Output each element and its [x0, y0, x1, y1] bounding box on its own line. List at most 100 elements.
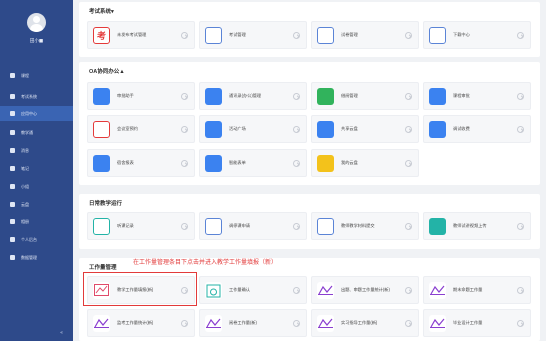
tile-smart-form[interactable]: 智能表单	[199, 149, 307, 177]
album-icon	[10, 219, 15, 224]
avatar[interactable]	[27, 13, 46, 32]
section-title: OA协同办公▲	[89, 69, 125, 75]
sidebar-item-admin[interactable]: 个人后台	[0, 232, 73, 247]
trend-icon	[317, 281, 334, 299]
sidebar: 田小■ 课程 考试系统 应用中心 教学通 消息 笔记 小组 云盘 相册 个人后台…	[0, 0, 73, 341]
chevron-right-icon	[517, 126, 524, 133]
tile-approval-assistant[interactable]: 审批助手	[87, 82, 195, 110]
tile-material-submit[interactable]: 教师教学材料提交	[311, 212, 419, 240]
exam-badge-icon: 考	[93, 26, 110, 44]
tile-course-approval[interactable]: 课程审批	[423, 82, 531, 110]
chevron-right-icon	[293, 287, 300, 294]
chevron-right-icon	[405, 93, 412, 100]
person-icon	[93, 87, 110, 105]
tile-unpublished-exams[interactable]: 考未发布考试管理	[87, 21, 195, 49]
chevron-right-icon	[181, 160, 188, 167]
tile-activity-square[interactable]: 活动广场	[199, 115, 307, 143]
sidebar-item-groups[interactable]: 小组	[0, 179, 73, 194]
trend-icon	[429, 281, 446, 299]
chevron-right-icon	[517, 320, 524, 327]
tile-paper-management[interactable]: 试卷管理	[311, 21, 419, 49]
tile-workload-confirm[interactable]: 工作量确认	[199, 276, 307, 304]
highlight-box	[83, 272, 197, 306]
chevron-right-icon	[181, 223, 188, 230]
trend-icon	[205, 314, 222, 332]
teaching-icon	[10, 130, 15, 135]
chevron-right-icon	[405, 223, 412, 230]
activity-icon	[205, 120, 222, 138]
tile-exam-setting-workload[interactable]: 出题、审题工作量统计(新)	[311, 276, 419, 304]
sidebar-item-notes[interactable]: 笔记	[0, 161, 73, 176]
meeting-icon	[93, 120, 110, 138]
tile-exam-management[interactable]: 考试管理	[199, 21, 307, 49]
bell-icon	[10, 148, 15, 153]
sidebar-item-teaching[interactable]: 教学通	[0, 125, 73, 140]
tile-fee-debug[interactable]: 调试收费	[423, 115, 531, 143]
tile-contacts[interactable]: 通讯录(办公)管理	[199, 82, 307, 110]
cloud-icon	[10, 202, 15, 207]
tile-video-upload[interactable]: 教师试讲视频上传	[423, 212, 531, 240]
chevron-right-icon	[293, 160, 300, 167]
tile-borrow-management[interactable]: 借阅管理	[311, 82, 419, 110]
tile-internship-workload[interactable]: 实习指导工作量(新)	[311, 309, 419, 337]
tile-final-exam-workload[interactable]: 期末命题工作量	[423, 276, 531, 304]
tile-download-center[interactable]: 下载中心	[423, 21, 531, 49]
tools-icon	[317, 87, 334, 105]
upload-doc-icon	[317, 217, 334, 235]
tile-my-cloud[interactable]: 我的云盘	[311, 149, 419, 177]
contacts-icon	[205, 87, 222, 105]
chevron-right-icon	[405, 160, 412, 167]
chevron-right-icon	[181, 93, 188, 100]
teaching-section: 日常教学运行 听课记录 调停课申请 教师教学材料提交 教师试讲视频上传	[79, 194, 540, 249]
trend-icon	[93, 314, 110, 332]
chevron-right-icon	[293, 32, 300, 39]
calendar-icon	[205, 217, 222, 235]
chevron-right-icon	[517, 223, 524, 230]
sidebar-item-data[interactable]: 数据管理	[0, 250, 73, 265]
report-icon	[93, 154, 110, 172]
sidebar-item-cloud[interactable]: 云盘	[0, 197, 73, 212]
chevron-right-icon	[517, 287, 524, 294]
cloud-icon	[317, 120, 334, 138]
sidebar-item-exam[interactable]: 考试系统	[0, 89, 73, 104]
tile-lecture-record[interactable]: 听课记录	[87, 212, 195, 240]
book-icon	[429, 87, 446, 105]
chevron-right-icon	[293, 223, 300, 230]
collapse-sidebar-button[interactable]: «	[60, 330, 63, 336]
chevron-right-icon	[181, 32, 188, 39]
tile-grading-workload[interactable]: 阅卷工作量(新)	[199, 309, 307, 337]
chevron-right-icon	[181, 126, 188, 133]
course-icon	[10, 73, 15, 78]
tile-graduation-workload[interactable]: 毕业设计工作量	[423, 309, 531, 337]
tile-reschedule[interactable]: 调停课申请	[199, 212, 307, 240]
cloud-upload-icon	[317, 154, 334, 172]
sidebar-item-album[interactable]: 相册	[0, 214, 73, 229]
sidebar-item-apps[interactable]: 应用中心	[0, 106, 73, 121]
instruction-annotation: 在工作量管理条目下点击并进入教学工作量填报（新）	[133, 260, 278, 266]
sidebar-item-courses[interactable]: 课程	[0, 68, 73, 83]
chevron-right-icon	[405, 32, 412, 39]
chevron-right-icon	[181, 320, 188, 327]
tile-proctor-workload[interactable]: 监考工作量统计(新)	[87, 309, 195, 337]
video-icon	[429, 217, 446, 235]
chevron-right-icon	[293, 320, 300, 327]
download-icon	[429, 26, 446, 44]
sidebar-item-messages[interactable]: 消息	[0, 143, 73, 158]
trend-icon	[429, 314, 446, 332]
tile-meeting-room[interactable]: 会议室预约	[87, 115, 195, 143]
chevron-right-icon	[517, 32, 524, 39]
exam-icon	[10, 94, 15, 99]
group-icon	[10, 184, 15, 189]
section-title: 日常教学运行	[89, 201, 123, 207]
tile-dorm-report[interactable]: 宿舍报表	[87, 149, 195, 177]
apps-icon	[10, 111, 15, 116]
chevron-right-icon	[405, 320, 412, 327]
classroom-icon	[93, 217, 110, 235]
bill-icon	[429, 120, 446, 138]
user-name: 田小■	[29, 39, 44, 44]
document-icon	[205, 26, 222, 44]
form-icon	[205, 154, 222, 172]
tile-shared-cloud[interactable]: 共享云盘	[311, 115, 419, 143]
chevron-right-icon	[293, 93, 300, 100]
chevron-right-icon	[405, 287, 412, 294]
